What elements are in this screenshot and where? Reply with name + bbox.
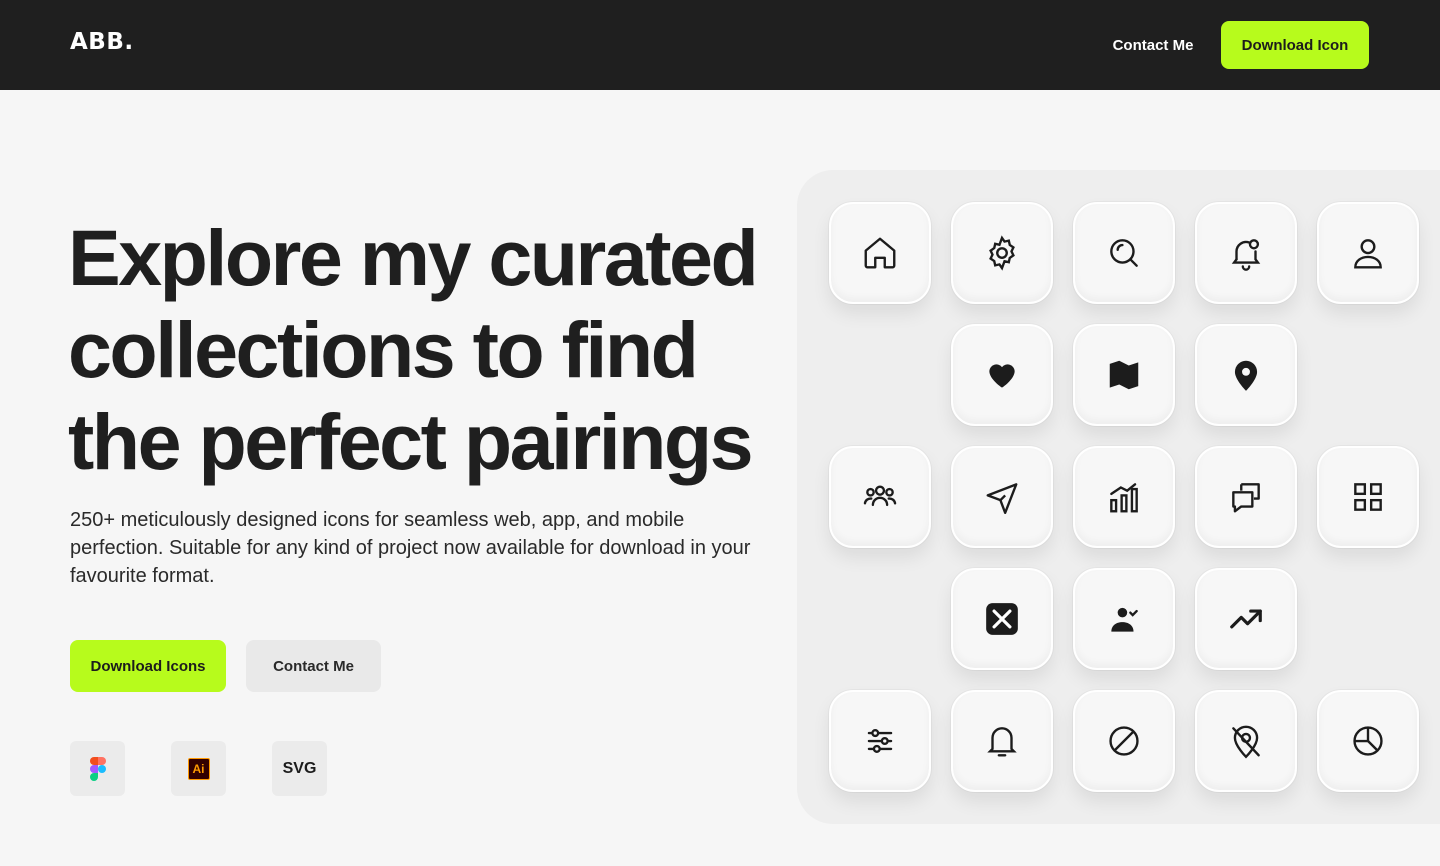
hero-title: Explore my curated collections to find t… (68, 213, 759, 486)
user-check-icon-tile[interactable] (1073, 568, 1175, 670)
contact-me-button[interactable]: Contact Me (246, 640, 381, 692)
home-icon (864, 237, 896, 269)
bar-chart-icon (1110, 483, 1138, 513)
location-off-icon (1232, 725, 1260, 759)
close-box-icon-tile[interactable] (951, 568, 1053, 670)
location-pin-icon (1234, 360, 1258, 391)
download-icons-button[interactable]: Download Icons (70, 640, 226, 692)
close-box-icon (986, 603, 1018, 635)
trending-up-icon (1230, 609, 1262, 629)
block-icon (1109, 726, 1139, 756)
location-pin-icon-tile[interactable] (1195, 324, 1297, 426)
bell-notification-icon (1231, 239, 1261, 271)
send-icon (986, 483, 1018, 515)
user-icon-tile[interactable] (1317, 202, 1419, 304)
team-icon (863, 485, 897, 507)
hero-description: 250+ meticulously designed icons for sea… (70, 509, 751, 587)
map-icon-tile[interactable] (1073, 324, 1175, 426)
search-icon (1110, 239, 1138, 267)
svg-format-badge[interactable]: SVG (272, 741, 327, 796)
bell-icon (987, 727, 1017, 757)
pie-chart-icon-tile[interactable] (1317, 690, 1419, 792)
map-icon (1109, 360, 1139, 390)
gear-icon (989, 235, 1015, 271)
sliders-icon-tile[interactable] (829, 690, 931, 792)
bar-chart-icon-tile[interactable] (1073, 446, 1175, 548)
user-check-icon (1111, 607, 1138, 632)
block-icon-tile[interactable] (1073, 690, 1175, 792)
svg-format-label: SVG (282, 759, 317, 777)
grid-icon-tile[interactable] (1317, 446, 1419, 548)
icon-showcase-panel (797, 170, 1440, 824)
chat-icon-tile[interactable] (1195, 446, 1297, 548)
illustrator-format-badge[interactable]: Ai (171, 741, 226, 796)
team-icon-tile[interactable] (829, 446, 931, 548)
heart-icon (989, 364, 1015, 388)
chat-icon (1232, 483, 1260, 513)
figma-icon (89, 756, 106, 781)
location-off-icon-tile[interactable] (1195, 690, 1297, 792)
illustrator-icon: Ai (187, 757, 210, 780)
bell-notification-icon-tile[interactable] (1195, 202, 1297, 304)
top-navigation-bar: ABB. Contact Me Download Icon (0, 0, 1440, 90)
logo[interactable]: ABB. (70, 29, 134, 55)
grid-icon (1354, 483, 1382, 511)
send-icon-tile[interactable] (951, 446, 1053, 548)
user-icon (1354, 239, 1382, 269)
search-icon-tile[interactable] (1073, 202, 1175, 304)
trending-up-icon-tile[interactable] (1195, 568, 1297, 670)
bell-icon-tile[interactable] (951, 690, 1053, 792)
heart-icon-tile[interactable] (951, 324, 1053, 426)
gear-icon-tile[interactable] (951, 202, 1053, 304)
figma-format-badge[interactable] (70, 741, 125, 796)
contact-me-nav-button[interactable]: Contact Me (1096, 21, 1210, 69)
home-icon-tile[interactable] (829, 202, 931, 304)
sliders-icon (867, 729, 893, 753)
download-icon-nav-button[interactable]: Download Icon (1221, 21, 1369, 69)
pie-chart-icon (1353, 726, 1383, 756)
